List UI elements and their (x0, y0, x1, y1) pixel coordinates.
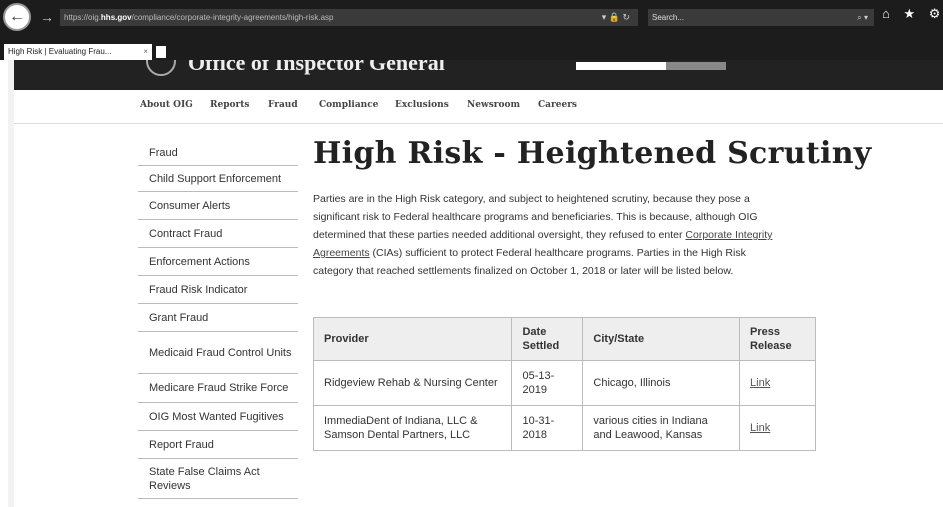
intro-paragraph: Parties are in the High Risk category, a… (313, 190, 785, 280)
sidebar-item-consumer-alerts[interactable]: Consumer Alerts (138, 192, 298, 220)
sidebar-item-enforcement-actions[interactable]: Enforcement Actions (138, 248, 298, 276)
column-header-date-settled: Date Settled (511, 317, 584, 361)
site-header: Office of Inspector General (14, 60, 943, 90)
nav-exclusions[interactable]: Exclusions (395, 100, 449, 110)
nav-reports[interactable]: Reports (210, 100, 249, 110)
nav-about-oig[interactable]: About OIG (140, 100, 193, 110)
date-settled-cell: 05-13-2019 (511, 360, 584, 406)
column-header-press-release: Press Release (739, 317, 816, 361)
search-icon[interactable]: ⌕ ▾ (857, 9, 868, 26)
tab-title: High Risk | Evaluating Frau... (8, 47, 112, 56)
provider-cell: Ridgeview Rehab & Nursing Center (312, 360, 513, 406)
press-release-link[interactable]: Link (739, 360, 816, 406)
nav-fraud[interactable]: Fraud (268, 100, 298, 110)
table-row: ImmediaDent of Indiana, LLC & Samson Den… (312, 405, 816, 451)
hhs-seal-icon (146, 60, 176, 76)
browser-search-input[interactable]: Search... ⌕ ▾ (648, 9, 874, 26)
sidebar-item-child-support-enforcement[interactable]: Child Support Enforcement (138, 166, 298, 192)
column-header-provider: Provider (312, 317, 513, 361)
column-header-city-state: City/State (582, 317, 741, 361)
nav-compliance[interactable]: Compliance (319, 100, 378, 110)
url-prefix: https://oig. (64, 13, 101, 22)
nav-careers[interactable]: Careers (538, 100, 577, 110)
browser-chrome: ← → https://oig.hhs.gov/compliance/corpo… (0, 0, 943, 60)
provider-cell: ImmediaDent of Indiana, LLC & Samson Den… (312, 405, 513, 451)
lock-icon[interactable]: ▾ 🔒 ↻ (602, 9, 630, 26)
close-tab-icon[interactable]: × (143, 44, 148, 60)
search-placeholder: Search... (652, 13, 685, 22)
main-nav: About OIG Reports Fraud Compliance Exclu… (14, 90, 943, 124)
sidebar-item-medicare-fraud-strike-force[interactable]: Medicare Fraud Strike Force (138, 374, 298, 403)
table-row: Ridgeview Rehab & Nursing Center 05-13-2… (312, 360, 816, 406)
sidebar-nav: Fraud Child Support Enforcement Consumer… (138, 140, 298, 499)
forward-button[interactable]: → (38, 8, 56, 26)
url-host: hhs.gov (100, 13, 132, 22)
sidebar-item-oig-most-wanted-fugitives[interactable]: OIG Most Wanted Fugitives (138, 403, 298, 431)
press-release-link[interactable]: Link (739, 405, 816, 451)
high-risk-table: Provider Date Settled City/State Press R… (312, 317, 816, 451)
intro-text-2: (CIAs) sufficient to protect Federal hea… (313, 247, 746, 277)
sidebar-item-contract-fraud[interactable]: Contract Fraud (138, 220, 298, 248)
city-state-cell: Chicago, Illinois (582, 360, 741, 406)
sidebar-item-fraud[interactable]: Fraud (138, 140, 298, 166)
sidebar-item-medicaid-fraud-control-units[interactable]: Medicaid Fraud Control Units (138, 332, 298, 374)
browser-tab[interactable]: High Risk | Evaluating Frau... × (4, 44, 152, 60)
sidebar-item-fraud-risk-indicator[interactable]: Fraud Risk Indicator (138, 276, 298, 304)
sidebar-item-state-false-claims-act-reviews[interactable]: State False Claims Act Reviews (138, 459, 298, 499)
back-button[interactable]: ← (3, 3, 31, 31)
city-state-cell: various cities in Indiana and Leawood, K… (582, 405, 741, 451)
site-search-input[interactable] (576, 62, 726, 70)
sidebar-item-report-fraud[interactable]: Report Fraud (138, 431, 298, 459)
page-title: High Risk - Heightened Scrutiny (313, 136, 872, 171)
home-star-gear-icons[interactable]: ⌂ ★ ⚙ (882, 6, 943, 22)
table-header-row: Provider Date Settled City/State Press R… (312, 317, 816, 361)
url-path: /compliance/corporate-integrity-agreemen… (131, 13, 334, 22)
date-settled-cell: 10-31-2018 (511, 405, 584, 451)
site-title[interactable]: Office of Inspector General (188, 60, 445, 76)
page-left-margin (8, 60, 14, 507)
nav-newsroom[interactable]: Newsroom (467, 100, 520, 110)
new-tab-button[interactable] (156, 46, 166, 58)
sidebar-item-grant-fraud[interactable]: Grant Fraud (138, 304, 298, 332)
address-bar[interactable]: https://oig.hhs.gov/compliance/corporate… (60, 9, 638, 26)
